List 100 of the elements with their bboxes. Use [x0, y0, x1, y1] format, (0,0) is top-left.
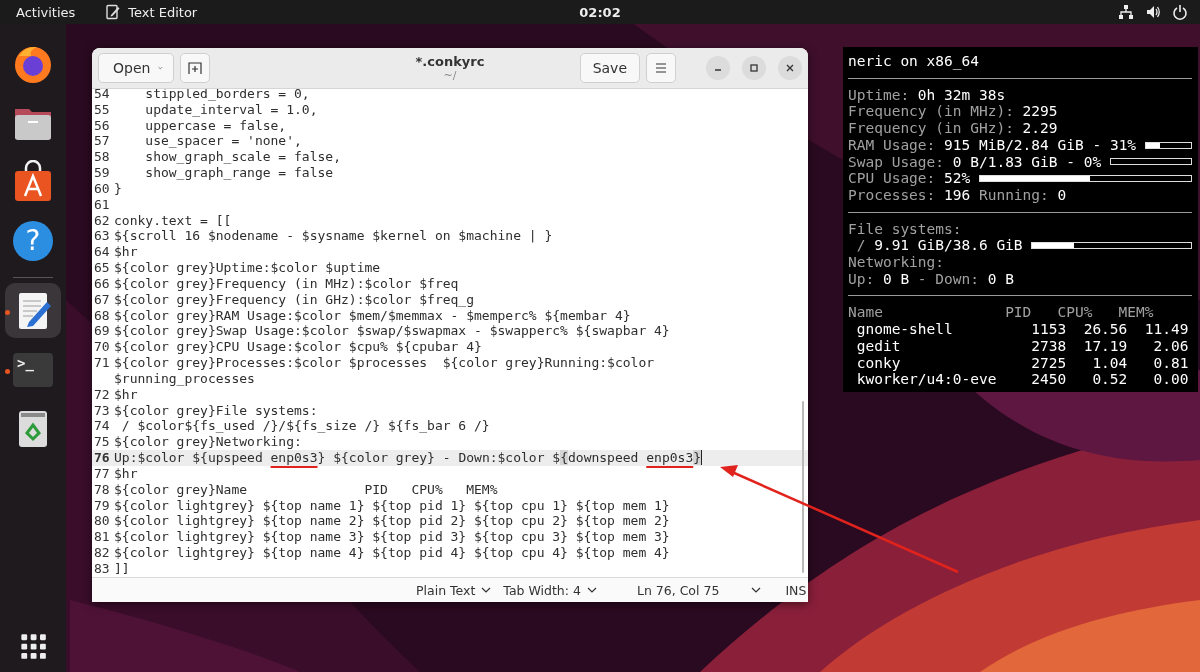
code-text: ${color grey}Networking: — [114, 434, 302, 451]
open-button[interactable]: Open — [98, 53, 174, 83]
code-text: } — [114, 180, 122, 197]
line-number: 54 — [93, 89, 110, 102]
monitor-text: - Down: — [917, 270, 979, 288]
code-text: ${color lightgrey} ${top name 2} ${top pid 2} ${top cpu 2} ${top mem 2} — [114, 513, 670, 530]
line-number: 55 — [93, 101, 110, 118]
process-pid: 2725 — [1030, 354, 1067, 372]
app-grid-icon[interactable] — [19, 632, 47, 660]
maximize-icon — [749, 63, 759, 73]
code-text: show_graph_scale = false, — [144, 149, 341, 166]
process-pid: 2738 — [1030, 337, 1067, 355]
code-text: ${color grey}Name PID CPU% MEM% — [114, 481, 498, 498]
new-tab-icon — [188, 61, 202, 75]
monitor-text: 2295 — [1022, 103, 1058, 120]
dock-item[interactable]: >_ — [5, 342, 61, 397]
window-title: *.conkyrc — [415, 54, 485, 69]
line-number: 57 — [93, 133, 110, 150]
clock[interactable]: 02:02 — [579, 4, 621, 20]
monitor-text: File systems: — [848, 220, 962, 238]
code-text: / $color${fs_used /}/${fs_size /} ${fs_bar 6 /} — [120, 418, 490, 435]
code-text: ${color grey}File systems: — [114, 402, 318, 419]
monitor-text: 915 MiB/2.84 GiB - 31% — [944, 136, 1137, 154]
line-number: 82 — [93, 545, 110, 561]
activities-button[interactable]: Activities — [16, 4, 76, 20]
process-cpu: 1.04 — [1091, 354, 1128, 372]
code-text: ${color grey}Processes:$color $processes ${color grey}Running:$color — [114, 355, 655, 371]
line-number: 65 — [93, 260, 110, 276]
dock-item[interactable] — [5, 283, 61, 338]
code-text: ${color grey}RAM Usage:$color $mem/$memmax - $memperc% ${membar 4} — [114, 307, 631, 324]
scrollbar[interactable] — [802, 401, 804, 573]
speaker-icon[interactable] — [1145, 4, 1161, 20]
line-number: 69 — [93, 323, 110, 340]
code-text: update_interval = 1.0, — [144, 101, 318, 118]
line-number: 71 — [93, 355, 110, 371]
process-cpu: 0.52 — [1091, 371, 1128, 388]
code-text: ]] — [114, 560, 130, 577]
process-name: conky — [855, 354, 902, 372]
line-number: 58 — [93, 149, 110, 166]
line-number: 76 — [93, 450, 110, 466]
monitor-text: 9.91 GiB/38.6 GiB — [874, 237, 1023, 254]
line-number: 81 — [93, 529, 110, 545]
save-button[interactable]: Save — [579, 53, 640, 83]
code-text: $hr — [114, 465, 138, 482]
help-icon: ? — [13, 220, 53, 261]
maximize-button[interactable] — [742, 56, 766, 80]
code-text: use_spacer = 'none', — [144, 133, 302, 150]
caret-icon — [751, 587, 762, 593]
terminal-icon: >_ — [13, 352, 53, 387]
monitor-text: 0h 32m 38s — [917, 86, 1006, 104]
monitor-text: Networking: — [848, 254, 945, 271]
monitor-text: RAM Usage: — [848, 136, 936, 154]
code-text: ${color grey}Frequency (in GHz):$color $freq_g — [114, 291, 475, 308]
insert-mode-label: INS — [785, 582, 807, 598]
monitor-text: 0 B/1.83 GiB - 0% — [952, 153, 1102, 171]
power-icon[interactable] — [1172, 4, 1188, 20]
code-text: $running_processes — [114, 370, 255, 387]
process-cpu: 26.56 — [1082, 321, 1128, 338]
code-text: Up:$color ${upspeed enp0s3} ${color grey} - Down:$color ${downspeed enp0s3} — [114, 450, 702, 466]
monitor-text: CPU Usage: — [848, 170, 936, 187]
line-number: 63 — [93, 228, 110, 245]
monitor-text: Swap Usage: — [848, 153, 945, 171]
new-tab-button[interactable] — [180, 53, 210, 83]
network-icon[interactable] — [1118, 4, 1134, 20]
monitor-text: Running: — [978, 187, 1049, 204]
line-number: 73 — [93, 402, 110, 419]
monitor-text: 0 B — [882, 270, 910, 288]
code-text: ${color lightgrey} ${top name 1} ${top pid 1} ${top cpu 1} ${top mem 1} — [114, 497, 670, 514]
monitor-text: 196 — [944, 187, 971, 204]
code-text: ${color grey}Frequency (in MHz):$color $freq — [114, 275, 459, 292]
line-number: 59 — [93, 165, 110, 181]
line-number: 67 — [93, 291, 110, 308]
app-menu[interactable]: Text Editor — [105, 4, 198, 20]
monitor-text: Frequency (in MHz): — [848, 103, 1014, 120]
monitor-text: 52% — [944, 170, 971, 187]
line-number: 61 — [93, 196, 110, 213]
monitor-text: Processes: — [848, 187, 936, 204]
line-number: 83 — [93, 560, 110, 577]
window-subtitle: ~/ — [443, 69, 457, 82]
process-name: kworker/u4:0-eve — [855, 371, 998, 388]
code-text: conky.text = [[ — [114, 212, 232, 229]
line-number: 80 — [93, 513, 110, 530]
code-text: uppercase = false, — [144, 117, 287, 134]
line-number: 75 — [93, 434, 110, 451]
close-button[interactable] — [778, 56, 802, 80]
caret-icon — [481, 587, 492, 593]
language-dropdown[interactable]: Plain Text — [416, 582, 492, 598]
line-number: 70 — [93, 339, 110, 356]
process-memory: 0.00 — [1152, 371, 1189, 388]
menu-button[interactable] — [646, 53, 676, 83]
tab-width-dropdown[interactable]: Tab Width: 4 — [503, 582, 597, 598]
monitor-text: Uptime: — [848, 86, 910, 104]
process-name: gedit — [855, 337, 902, 355]
monitor-text: 0 — [1057, 187, 1067, 204]
monitor-text: Frequency (in GHz): — [848, 120, 1014, 137]
process-pid: 2450 — [1030, 371, 1067, 388]
line-number: 77 — [93, 465, 110, 482]
line-number: 78 — [93, 481, 110, 498]
code-text: ${color lightgrey} ${top name 4} ${top pid 4} ${top cpu 4} ${top mem 4} — [114, 545, 670, 561]
caret-icon — [158, 65, 163, 71]
